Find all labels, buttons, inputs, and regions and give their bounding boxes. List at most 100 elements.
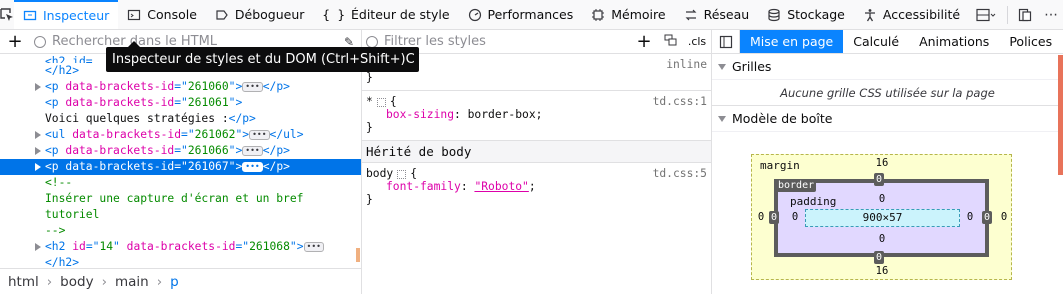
tab-debugger[interactable]: Débogueur <box>206 0 314 29</box>
collapsed-content-badge[interactable]: ••• <box>249 130 270 140</box>
rules-list: { inline } *{ td.css:1 box-sizing: borde… <box>362 54 711 212</box>
tab-label: Réseau <box>703 7 750 22</box>
breadcrumb-body[interactable]: body <box>60 274 93 290</box>
margin-left-value[interactable]: 0 <box>756 211 766 223</box>
toolbar-right-controls: ⋯ ✕ <box>969 0 1063 29</box>
tab-memory[interactable]: Mémoire <box>582 0 674 29</box>
padding-label: padding <box>790 195 837 208</box>
sidebar-tabs: Mise en page Calculé Animations Polices <box>712 30 1063 54</box>
markup-tree: <h2 id= </h2> <p data-brackets-id="26106… <box>0 54 361 268</box>
add-rule-button[interactable]: + <box>629 31 659 53</box>
declaration[interactable]: font-family: "Roboto"; <box>366 180 707 193</box>
inherited-header: Hérité de body <box>362 141 711 163</box>
tree-tag-text: </h2> <box>45 64 80 77</box>
border-left-value[interactable]: 0 <box>769 211 780 224</box>
tab-console[interactable]: Console <box>118 0 206 29</box>
rule-source[interactable]: td.css:1 <box>653 95 707 108</box>
debugger-icon <box>216 9 228 20</box>
rule-selector[interactable]: * <box>366 95 373 108</box>
breadcrumb-p[interactable]: p <box>170 274 179 290</box>
grids-section-header[interactable]: Grilles <box>712 54 1063 80</box>
tree-row-selected[interactable]: <p data-brackets-id="261067"> ••• </p> <box>0 159 361 175</box>
dock-button[interactable] <box>1012 0 1038 30</box>
cls-button[interactable]: .cls <box>683 35 711 48</box>
expand-icon <box>718 115 726 122</box>
tab-style-editor[interactable]: { } Éditeur de style <box>313 0 458 29</box>
rule-source[interactable]: td.css:5 <box>653 167 707 180</box>
inspector-icon <box>23 10 37 20</box>
tree-row[interactable]: <p data-brackets-id="261060"> ••• </p> <box>0 79 361 95</box>
scrollbar[interactable] <box>1058 55 1063 175</box>
tab-computed[interactable]: Calculé <box>843 30 909 53</box>
tree-row[interactable]: --> <box>0 223 361 239</box>
tab-network[interactable]: Réseau <box>675 0 759 29</box>
tab-label: Console <box>147 7 197 22</box>
font-family-value[interactable]: "Roboto" <box>474 180 528 193</box>
collapsed-content-badge[interactable]: ••• <box>303 242 324 252</box>
padding-bottom-value[interactable]: 0 <box>872 233 892 245</box>
box-model-margin: margin 16 16 0 0 border 0 0 0 0 padding … <box>751 154 1012 280</box>
collapsed-content-badge[interactable]: ••• <box>242 162 263 172</box>
rule-selector[interactable]: body <box>366 167 393 180</box>
tab-label: Débogueur <box>234 7 305 22</box>
tab-label: Accessibilité <box>882 7 961 22</box>
sidebar-toggle-icon <box>719 35 732 48</box>
print-simulation-button[interactable] <box>659 33 683 50</box>
more-icon: ⋯ <box>1044 6 1059 23</box>
border-label: border <box>776 179 817 192</box>
tree-row[interactable]: <!-- <box>0 175 361 191</box>
breadcrumb-main[interactable]: main <box>115 274 149 290</box>
padding-right-value[interactable]: 0 <box>965 211 975 223</box>
box-model-content[interactable]: 900×57 <box>805 209 960 227</box>
tab-performance[interactable]: Performances <box>459 0 583 29</box>
tab-storage[interactable]: Stockage <box>758 0 854 29</box>
tree-row[interactable]: <p data-brackets-id="261061"> <box>0 95 361 111</box>
add-node-button[interactable]: + <box>0 31 30 53</box>
tree-row[interactable]: </h2> <box>0 255 361 268</box>
tab-inspector[interactable]: Inspecteur <box>14 0 119 29</box>
toggle-icon[interactable] <box>376 97 386 107</box>
style-editor-icon: { } <box>322 7 345 22</box>
element-picker-button[interactable] <box>0 0 14 29</box>
border-bottom-value[interactable]: 0 <box>874 251 885 264</box>
breadcrumb-html[interactable]: html <box>8 274 39 290</box>
padding-left-value[interactable]: 0 <box>790 211 800 223</box>
declaration[interactable]: box-sizing: border-box; <box>366 108 707 121</box>
tree-text-node: Voici quelques stratégies : <box>45 112 229 125</box>
tab-label: Stockage <box>787 7 845 22</box>
dock-icon <box>1018 8 1032 21</box>
tree-tag-text: <h2 id= <box>45 55 93 63</box>
tree-row[interactable]: tutoriel <box>0 207 361 223</box>
margin-top-value[interactable]: 16 <box>872 157 892 169</box>
comment-node: <!-- <box>45 176 73 189</box>
tree-row[interactable]: <p data-brackets-id="261066"> ••• </p> <box>0 143 361 159</box>
tree-row[interactable]: <h2 id="14" data-brackets-id="261068"> ••… <box>0 239 361 255</box>
collapsed-content-badge[interactable]: ••• <box>242 146 263 156</box>
margin-bottom-value[interactable]: 16 <box>872 265 892 277</box>
border-top-value[interactable]: 0 <box>874 173 885 186</box>
storage-icon <box>768 8 780 21</box>
tab-fonts[interactable]: Polices <box>999 30 1062 53</box>
toggle-icon[interactable] <box>397 169 407 179</box>
margin-right-value[interactable]: 0 <box>999 211 1009 223</box>
collapsed-content-badge[interactable]: ••• <box>242 82 263 92</box>
breadcrumb: html › body › main › p <box>0 268 361 294</box>
network-icon <box>685 9 697 20</box>
boxmodel-section-header[interactable]: Modèle de boîte <box>712 106 1063 132</box>
tab-layout[interactable]: Mise en page <box>740 30 844 53</box>
tab-accessibility[interactable]: Accessibilité <box>854 0 969 29</box>
tree-row[interactable]: Voici quelques stratégies :</p> <box>0 111 361 127</box>
padding-top-value[interactable]: 0 <box>872 193 892 205</box>
toggle-sidebar-button[interactable] <box>712 30 740 53</box>
tree-row[interactable]: <ul data-brackets-id="261062"> ••• </ul> <box>0 127 361 143</box>
tab-animations[interactable]: Animations <box>909 30 999 53</box>
filter-icon <box>366 35 378 48</box>
element-picker-icon <box>0 7 13 21</box>
split-console-button[interactable] <box>969 0 1003 30</box>
devtools-toolbar: Inspecteur Console Débogueur { } Éditeur… <box>0 0 1063 30</box>
menu-button[interactable]: ⋯ <box>1038 0 1063 30</box>
memory-icon <box>592 8 605 21</box>
tree-row[interactable]: Insérer une capture d'écran et un bref <box>0 191 361 207</box>
layout-icon <box>976 8 996 21</box>
border-right-value[interactable]: 0 <box>982 211 993 224</box>
